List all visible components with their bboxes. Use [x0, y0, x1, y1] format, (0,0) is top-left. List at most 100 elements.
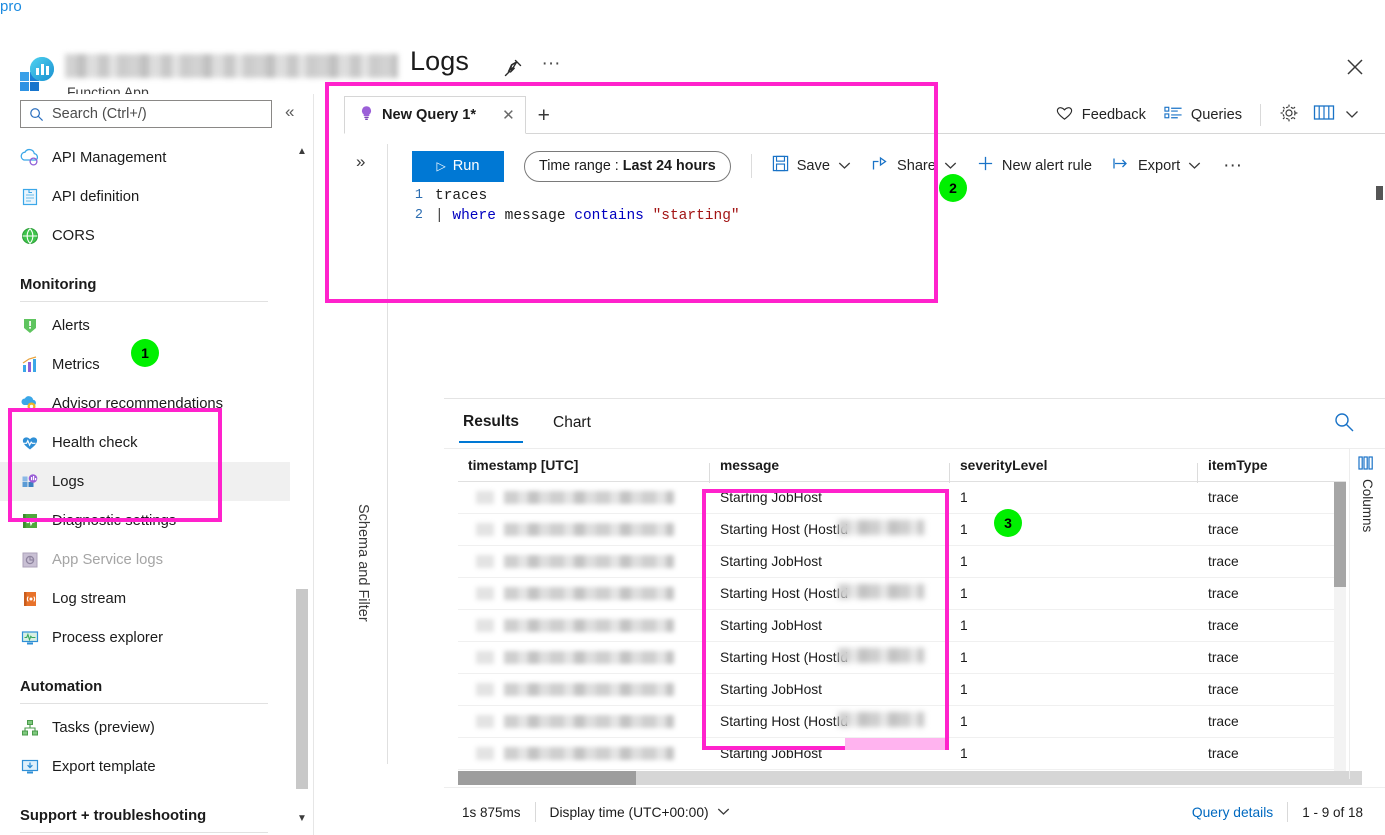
sidebar-group-support: Support + troubleshooting [0, 786, 290, 826]
close-icon[interactable]: ✕ [498, 106, 519, 124]
columns-icon[interactable] [1358, 456, 1376, 475]
sidebar-item-logs[interactable]: Logs [0, 462, 290, 501]
table-row[interactable]: Starting JobHost 1 trace [458, 674, 1346, 706]
add-query-tab-button[interactable]: + [538, 104, 550, 134]
redacted-block [504, 523, 674, 536]
command-divider [1260, 104, 1261, 126]
query-details-link[interactable]: Query details [1192, 805, 1273, 820]
message-text: Starting Host (HostId [720, 586, 849, 601]
table-row[interactable]: Starting JobHost 1 trace [458, 610, 1346, 642]
search-input[interactable]: Search (Ctrl+/) [20, 100, 272, 128]
results-horizontal-scrollbar[interactable] [458, 771, 1362, 785]
results-tabs: Results Chart [459, 413, 621, 443]
column-header-itemtype[interactable]: itemType [1198, 458, 1346, 473]
tab-results[interactable]: Results [459, 413, 523, 443]
schema-and-filter-rail[interactable]: » Schema and Filter [344, 144, 388, 764]
tab-new-query-1[interactable]: New Query 1* ✕ [344, 96, 526, 134]
scrollbar-thumb[interactable] [296, 589, 308, 789]
scrollbar-thumb[interactable] [1334, 482, 1346, 587]
expand-schema-icon[interactable]: » [356, 152, 365, 172]
message-text: Starting Host (HostId [720, 714, 849, 729]
code-token: traces [435, 188, 488, 204]
pin-icon[interactable] [500, 55, 526, 81]
settings-button[interactable] [1279, 103, 1299, 128]
table-row[interactable]: Starting Host (HostId 1 trace [458, 706, 1346, 738]
save-label: Save [796, 158, 830, 174]
code-token: where [452, 208, 496, 224]
chevron-down-icon[interactable] [838, 159, 851, 173]
code-token: | [435, 208, 453, 224]
cell-timestamp [458, 610, 710, 642]
cell-message: Starting Host (HostId [710, 578, 950, 610]
sidebar-item-tasks-preview[interactable]: Tasks (preview) [0, 708, 290, 747]
column-header-severitylevel[interactable]: severityLevel [950, 458, 1198, 483]
editor-scrollbar-marker[interactable] [1376, 186, 1383, 200]
queries-button[interactable]: Queries [1164, 105, 1242, 126]
find-in-results-icon[interactable] [1333, 411, 1355, 438]
time-range-picker[interactable]: Time range : Last 24 hours [524, 150, 731, 182]
redacted-block [504, 619, 674, 632]
column-header-timestamp[interactable]: timestamp [UTC] [458, 457, 710, 483]
sidebar-item-app-service-logs[interactable]: App Service logs [0, 540, 290, 579]
sidebar-item-export-template[interactable]: Export template [0, 747, 290, 786]
chevron-down-icon[interactable] [717, 803, 730, 821]
close-icon[interactable] [1342, 54, 1368, 80]
sidebar-scrollbar[interactable]: ▲ ▼ [294, 94, 310, 835]
toolbar-more-icon[interactable]: ··· [1223, 156, 1242, 175]
tab-chart[interactable]: Chart [549, 414, 595, 442]
cell-timestamp [458, 674, 710, 706]
export-template-icon [20, 757, 40, 777]
sidebar-item-diagnostic-settings[interactable]: Diagnostic settings [0, 501, 290, 540]
share-button[interactable]: Share [871, 155, 957, 177]
sidebar-item-process-explorer[interactable]: Process explorer [0, 618, 290, 657]
query-editor[interactable]: 1 traces 2 | where message contains "sta… [389, 188, 1385, 388]
metrics-icon [20, 355, 40, 375]
results-status-bar: 1s 875ms Display time (UTC+00:00) Query … [444, 787, 1385, 835]
sidebar-item-label: Advisor recommendations [52, 395, 224, 412]
toolbar-divider [750, 154, 752, 178]
cell-itemtype: trace [1208, 682, 1239, 697]
scroll-down-arrow-icon[interactable]: ▼ [294, 809, 310, 827]
run-button[interactable]: ▷ Run [412, 150, 504, 182]
chevron-down-icon[interactable] [944, 159, 957, 173]
export-button[interactable]: Export [1112, 156, 1201, 176]
header-command-bar: Feedback Queries [1037, 100, 1359, 130]
redacted-block [504, 587, 674, 600]
sidebar-item-advisor-recommendations[interactable]: Advisor recommendations [0, 384, 290, 423]
sidebar-item-log-stream[interactable]: Log stream [0, 579, 290, 618]
scrollbar-thumb[interactable] [458, 771, 636, 785]
sidebar-item-api-management[interactable]: API Management [0, 138, 290, 177]
sidebar-item-alerts[interactable]: Alerts [0, 306, 290, 345]
time-range-value: Last 24 hours [622, 158, 716, 174]
results-vertical-scrollbar[interactable] [1334, 482, 1346, 772]
cell-timestamp [458, 482, 710, 514]
scroll-up-arrow-icon[interactable]: ▲ [294, 142, 310, 160]
display-time-selector[interactable]: Display time (UTC+00:00) [550, 805, 709, 820]
sidebar-item-api-definition[interactable]: API definition [0, 177, 290, 216]
column-header-message[interactable]: message [710, 458, 950, 483]
column-label: timestamp [UTC] [468, 457, 579, 473]
export-arrow-icon [1112, 156, 1130, 176]
table-row[interactable]: Starting JobHost 1 trace [458, 546, 1346, 578]
cell-message: Starting Host (HostId [710, 514, 950, 546]
table-row[interactable]: Starting Host (HostId 1 trace [458, 578, 1346, 610]
table-row[interactable]: Starting Host (HostId 1 trace [458, 514, 1346, 546]
new-alert-rule-button[interactable]: New alert rule [977, 155, 1092, 177]
chevron-down-icon[interactable] [1345, 106, 1359, 124]
layout-button[interactable] [1313, 103, 1359, 127]
redacted-block [476, 651, 494, 664]
cell-itemtype: trace [1208, 714, 1239, 729]
save-button[interactable]: Save [772, 155, 851, 177]
sidebar-item-metrics[interactable]: Metrics [0, 345, 290, 384]
table-row[interactable]: Starting Host (HostId 1 trace [458, 642, 1346, 674]
cell-itemtype: trace [1208, 490, 1239, 505]
cell-severitylevel: 1 [960, 746, 968, 761]
chevron-down-icon[interactable] [1188, 159, 1201, 173]
table-row[interactable]: Starting JobHost 1 trace [458, 482, 1346, 514]
columns-rail[interactable]: Columns [1349, 449, 1385, 779]
new-alert-rule-label: New alert rule [1001, 158, 1092, 174]
feedback-button[interactable]: Feedback [1055, 104, 1146, 126]
sidebar-item-cors[interactable]: CORS [0, 216, 290, 255]
sidebar-item-health-check[interactable]: Health check [0, 423, 290, 462]
blade-more-icon[interactable]: ··· [538, 54, 564, 81]
